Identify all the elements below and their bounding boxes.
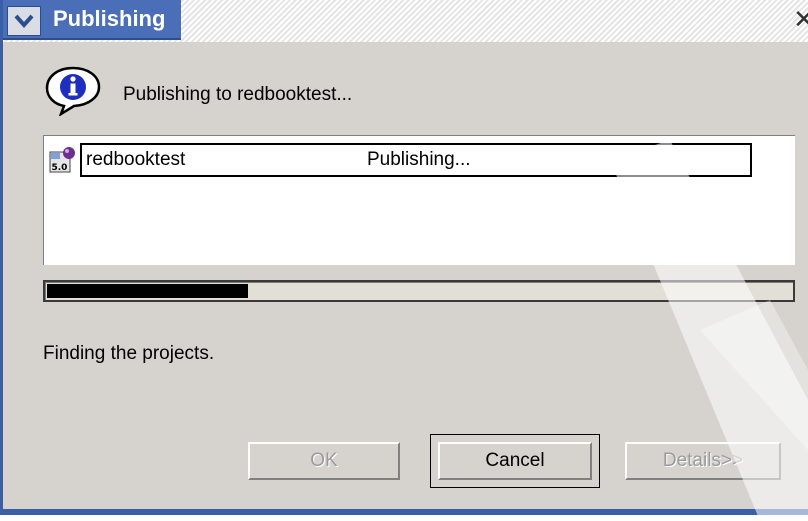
close-icon[interactable]: ✕	[793, 4, 808, 36]
title-bar: Publishing ✕	[3, 0, 808, 42]
server-5-0-icon: 5.0	[49, 147, 75, 173]
list-item[interactable]: redbooktest Publishing...	[80, 143, 752, 177]
window-menu-button[interactable]	[7, 6, 41, 36]
publishing-dialog: Publishing ✕ Publishing to redbooktest..…	[0, 0, 808, 515]
publish-message: Publishing to redbooktest...	[123, 84, 353, 105]
window-title: Publishing	[53, 6, 166, 31]
title-tab: Publishing	[3, 0, 181, 40]
info-icon	[45, 66, 101, 116]
progress-fill	[47, 284, 248, 298]
details-button[interactable]: Details>>	[625, 442, 781, 480]
chevron-down-icon	[14, 14, 34, 28]
server-list[interactable]: 5.0 redbooktest Publishing...	[43, 135, 795, 265]
ok-button[interactable]: OK	[248, 442, 400, 480]
server-name: redbooktest	[86, 149, 186, 170]
server-version-label: 5.0	[52, 163, 68, 173]
cancel-button[interactable]: Cancel	[438, 442, 592, 480]
status-message: Finding the projects.	[43, 343, 215, 364]
progress-bar	[43, 280, 795, 302]
server-status: Publishing...	[367, 149, 471, 170]
